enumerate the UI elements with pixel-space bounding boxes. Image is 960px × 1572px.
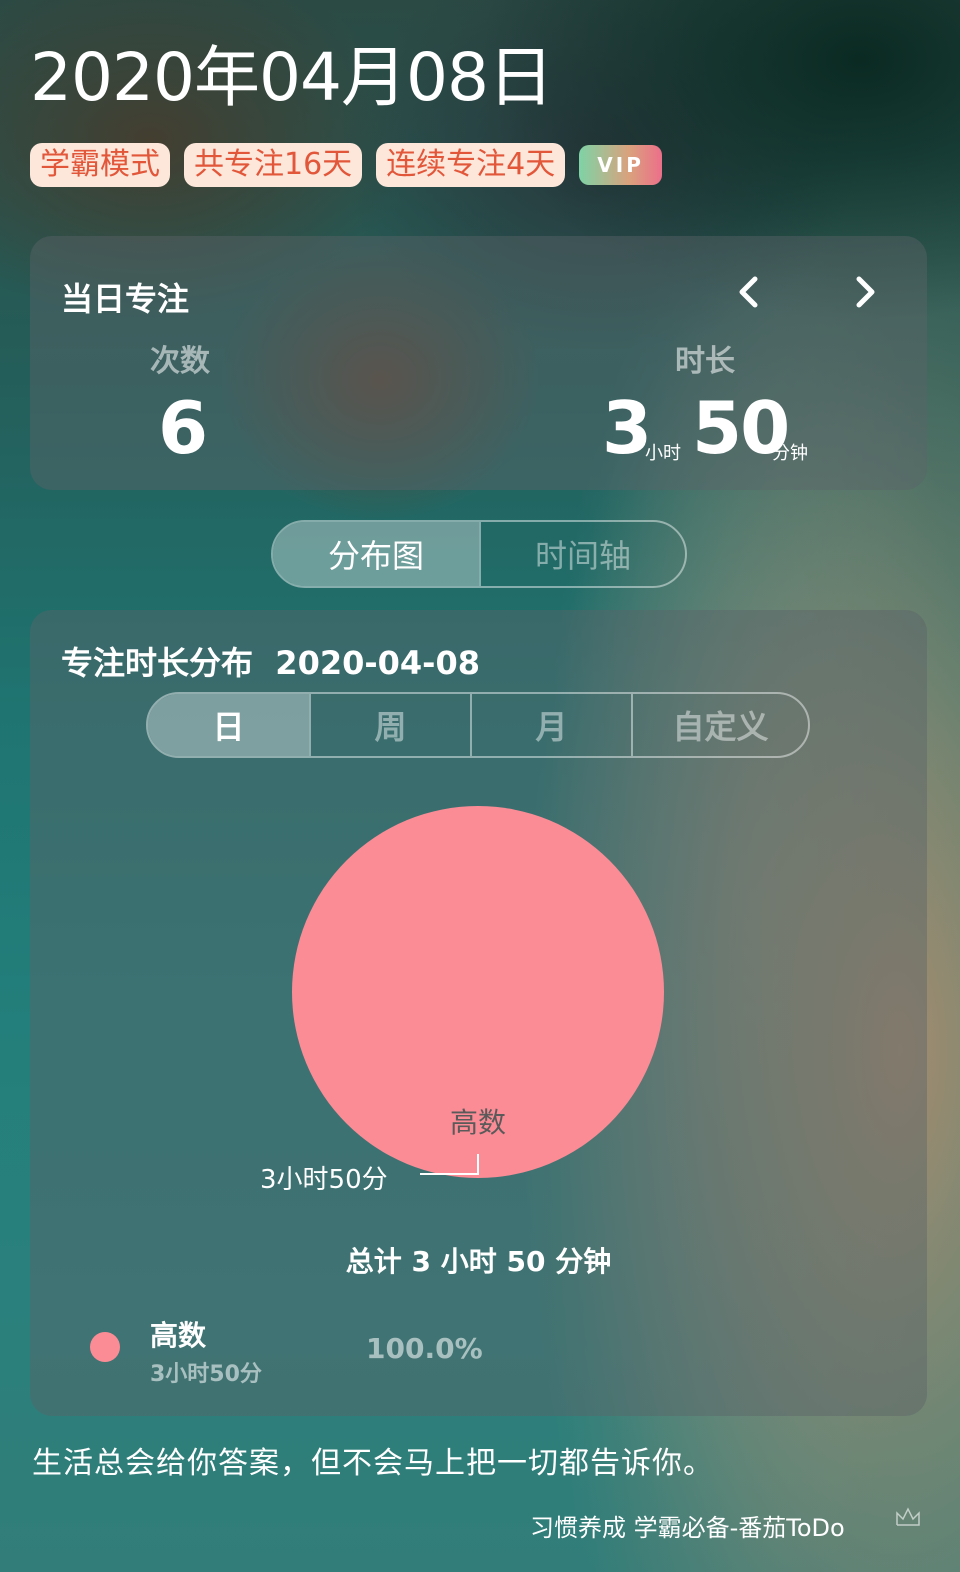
date-title: 2020年04月08日	[30, 39, 554, 116]
crown-icon	[896, 1507, 920, 1526]
hours-value: 3	[602, 386, 652, 470]
count-label: 次数	[150, 344, 210, 379]
tab-day[interactable]: 日	[148, 694, 309, 756]
badge-row: 学霸模式 共专注16天 连续专注4天 VIP	[30, 143, 662, 187]
distribution-title-text: 专注时长分布	[61, 644, 254, 682]
distribution-card: 专注时长分布 2020-04-08 日 周 月 自定义 高数 3小时50分 总计…	[30, 610, 927, 1416]
day-focus-title: 当日专注	[61, 280, 190, 318]
view-toggle: 分布图 时间轴	[271, 520, 687, 588]
tab-custom[interactable]: 自定义	[631, 694, 808, 756]
pie-slice-value-label: 3小时50分	[260, 1165, 388, 1195]
footer-slogan: 习惯养成 学霸必备-番茄ToDo	[530, 1514, 845, 1542]
hours-unit: 小时	[645, 443, 681, 464]
count-value: 6	[158, 386, 208, 470]
legend-subject-name: 高数	[150, 1319, 207, 1352]
motivational-quote: 生活总会给你答案，但不会马上把一切都告诉你。	[32, 1446, 714, 1481]
pie-slice-label: 高数	[450, 1106, 506, 1139]
total-days-badge: 共专注16天	[184, 143, 363, 187]
minutes-unit: 分钟	[772, 443, 808, 464]
streak-badge: 连续专注4天	[376, 143, 566, 187]
tab-distribution[interactable]: 分布图	[273, 522, 479, 586]
mode-badge: 学霸模式	[30, 143, 170, 187]
vip-badge[interactable]: VIP	[579, 145, 662, 185]
duration-label: 时长	[675, 344, 735, 379]
chevron-right-icon[interactable]	[842, 270, 886, 314]
tab-month[interactable]: 月	[470, 694, 631, 756]
tab-timeline[interactable]: 时间轴	[479, 522, 685, 586]
day-focus-card: 当日专注 次数 6 时长 3 小时 50 分钟	[30, 236, 927, 490]
total-duration: 总计 3 小时 50 分钟	[345, 1245, 612, 1278]
chevron-left-icon[interactable]	[728, 270, 772, 314]
distribution-title: 专注时长分布 2020-04-08	[61, 638, 480, 684]
pie-leader-line: 3小时50分	[260, 1154, 479, 1195]
distribution-date: 2020-04-08	[275, 644, 480, 682]
legend-subject-percent: 100.0%	[366, 1332, 483, 1365]
distribution-pie-chart: 高数	[292, 806, 664, 1178]
tab-week[interactable]: 周	[309, 694, 470, 756]
legend-color-dot	[90, 1332, 120, 1362]
legend-subject-duration: 3小时50分	[150, 1362, 262, 1387]
range-toggle: 日 周 月 自定义	[146, 692, 810, 758]
